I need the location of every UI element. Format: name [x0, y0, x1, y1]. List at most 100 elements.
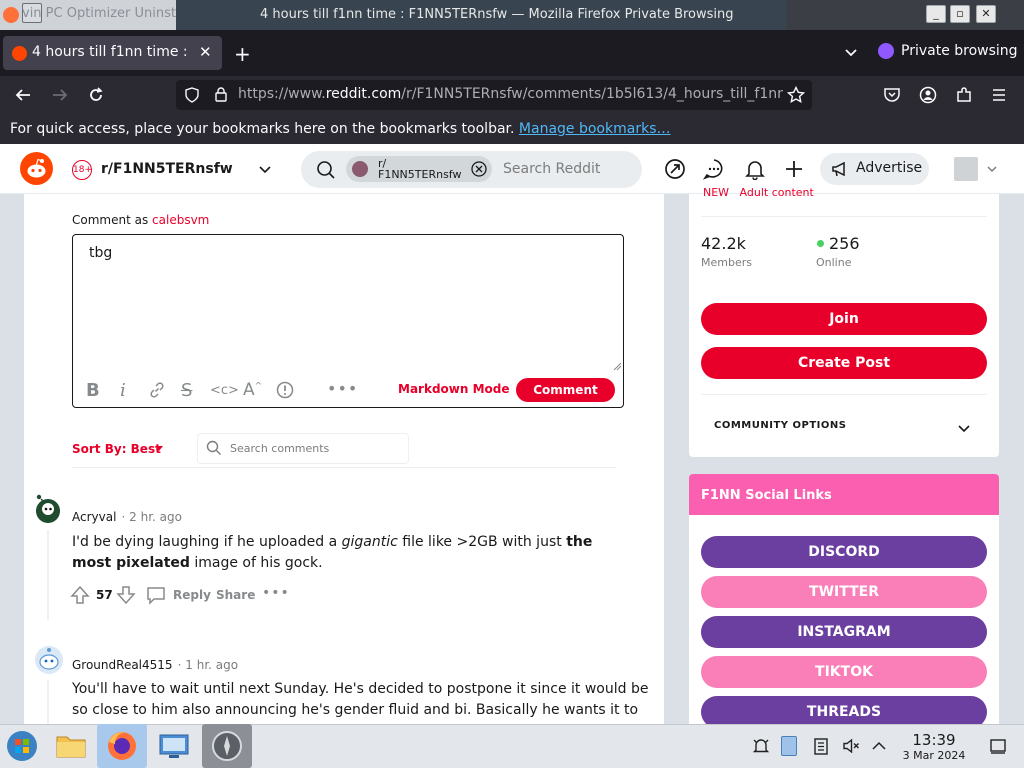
file-manager-taskbar-icon[interactable]	[52, 728, 90, 764]
reload-button[interactable]	[87, 86, 105, 104]
show-hidden-tray-icon[interactable]	[871, 738, 887, 754]
search-comments-input[interactable]: Search comments	[197, 433, 409, 464]
community-options-toggle[interactable]: COMMUNITY OPTIONS	[714, 420, 846, 431]
manage-bookmarks-link[interactable]: Manage bookmarks…	[519, 121, 671, 137]
back-button[interactable]	[14, 86, 32, 104]
comment-thread-line[interactable]	[47, 680, 49, 724]
comment-more-icon[interactable]: •••	[262, 585, 290, 601]
comment-avatar[interactable]	[33, 492, 63, 526]
comment-author[interactable]: GroundReal4515	[72, 658, 173, 672]
join-button[interactable]: Join	[701, 303, 987, 335]
comment-username-link[interactable]: calebsvm	[152, 213, 209, 227]
comment-submit-button[interactable]: Comment	[516, 378, 615, 402]
tiktok-link-button[interactable]: TIKTOK	[701, 656, 987, 688]
notifications-tray-icon[interactable]	[752, 737, 770, 755]
list-all-tabs-button[interactable]	[843, 44, 859, 60]
advertise-button[interactable]: Advertise	[820, 153, 929, 185]
tab-active[interactable]: 4 hours till f1nn time : F1NN5TERnsfw ✕	[3, 36, 222, 70]
url-text[interactable]: https://www.reddit.com/r/F1NN5TERnsfw/co…	[238, 86, 783, 102]
comment-header: GroundReal4515 · 1 hr. ago	[72, 654, 238, 673]
user-avatar[interactable]	[954, 157, 978, 181]
popular-icon[interactable]	[664, 158, 686, 180]
link-icon[interactable]	[148, 381, 166, 399]
clock-date: 3 Mar 2024	[902, 749, 966, 762]
window-titlebar: vin PC Optimizer Uninstaller 2009 4 hour…	[0, 0, 1024, 30]
private-browsing-indicator: Private browsing	[878, 43, 1018, 59]
community-dropdown-chevron-icon[interactable]	[258, 162, 272, 176]
tasks-tray-icon[interactable]	[812, 737, 830, 755]
megaphone-icon	[831, 160, 849, 178]
user-menu-chevron-icon[interactable]	[986, 163, 998, 175]
comment-as-line: Comment as calebsvm	[72, 213, 209, 227]
close-tab-icon[interactable]: ✕	[199, 43, 212, 61]
search-input[interactable]: Search Reddit	[503, 161, 600, 177]
comment-thread-line[interactable]	[47, 530, 49, 620]
superscript-icon[interactable]: A^	[243, 380, 262, 400]
markdown-mode-button[interactable]: Markdown Mode	[398, 382, 510, 396]
code-icon[interactable]: <c>	[210, 383, 239, 398]
create-post-plus-icon[interactable]	[783, 158, 805, 180]
share-button[interactable]: Share	[216, 588, 255, 602]
chip-name: F1NN5TERnsfw	[378, 168, 462, 181]
bookmark-star-icon[interactable]	[787, 86, 805, 104]
sort-dropdown[interactable]: Sort By: Best	[72, 442, 161, 456]
firefox-icon	[3, 7, 19, 23]
window-title-text: 4 hours till f1nn time : F1NN5TERnsfw — …	[260, 7, 734, 22]
chip-clear-icon[interactable]	[471, 161, 487, 177]
firefox-taskbar-icon[interactable]	[97, 724, 147, 768]
start-menu-button[interactable]	[4, 728, 40, 764]
clock[interactable]: 13:39 3 Mar 2024	[896, 731, 972, 762]
comment-text: file like >2GB with just	[397, 534, 567, 550]
account-icon[interactable]	[919, 86, 937, 104]
comment-time[interactable]: 1 hr. ago	[185, 658, 238, 672]
reddit-logo-icon[interactable]	[20, 152, 53, 185]
extensions-icon[interactable]	[955, 86, 973, 104]
community-options-chevron-icon[interactable]	[957, 421, 971, 435]
create-post-button[interactable]: Create Post	[701, 347, 987, 379]
search-subreddit-chip[interactable]: r/ F1NN5TERnsfw	[346, 156, 492, 182]
lock-icon[interactable]	[214, 86, 228, 103]
notifications-bell-icon[interactable]	[744, 158, 766, 180]
spoiler-icon[interactable]	[276, 381, 294, 399]
close-window-button[interactable]: ✕	[976, 5, 996, 23]
show-desktop-icon[interactable]	[989, 737, 1007, 755]
sort-caret-icon[interactable]	[154, 445, 164, 453]
italic-icon[interactable]: i	[120, 380, 126, 401]
tracking-protection-shield-icon[interactable]	[184, 87, 200, 103]
subreddit-name[interactable]: r/F1NN5TERnsfw	[101, 161, 233, 177]
social-links-card: F1NN Social Links DISCORD TWITTER INSTAG…	[689, 474, 999, 728]
comment-input[interactable]: tbg	[89, 245, 112, 261]
upvote-icon[interactable]	[70, 585, 90, 605]
reply-button[interactable]: Reply	[173, 588, 211, 602]
vote-count: 57	[96, 588, 113, 602]
system-settings-taskbar-icon[interactable]	[155, 728, 193, 764]
twitter-link-button[interactable]: TWITTER	[701, 576, 987, 608]
comment-time[interactable]: 2 hr. ago	[129, 510, 182, 524]
pocket-icon[interactable]	[883, 86, 901, 104]
advertise-label: Advertise	[856, 160, 923, 176]
comment-text: so close to him also announcing he's gen…	[72, 702, 639, 718]
volume-muted-icon[interactable]	[842, 737, 860, 755]
comment-author[interactable]: Acryval	[72, 510, 116, 524]
strikethrough-icon[interactable]: S	[181, 380, 192, 401]
clipboard-tray-icon[interactable]	[781, 736, 797, 756]
comment-avatar[interactable]	[34, 645, 64, 675]
bookmarks-toolbar: For quick access, place your bookmarks h…	[0, 114, 1024, 144]
discord-link-button[interactable]: DISCORD	[701, 536, 987, 568]
new-tab-button[interactable]: +	[234, 42, 251, 66]
minimize-button[interactable]: _	[926, 5, 946, 23]
window-title: 4 hours till f1nn time : F1NN5TERnsfw — …	[176, 0, 786, 30]
app-taskbar-icon[interactable]	[202, 724, 252, 768]
instagram-link-button[interactable]: INSTAGRAM	[701, 616, 987, 648]
more-options-icon[interactable]: •••	[327, 379, 358, 398]
downvote-icon[interactable]	[116, 585, 136, 605]
forward-button[interactable]	[51, 86, 69, 104]
bold-icon[interactable]: B	[86, 380, 100, 401]
reply-icon[interactable]	[146, 586, 166, 605]
card-divider	[701, 394, 987, 395]
maximize-button[interactable]: ▫	[950, 5, 970, 23]
hamburger-menu-icon[interactable]	[991, 87, 1007, 103]
resize-handle-icon[interactable]	[612, 361, 622, 371]
chat-icon[interactable]	[703, 158, 725, 180]
url-path: /r/F1NN5TERnsfw/comments/1b5l613/4_hours…	[401, 86, 783, 102]
